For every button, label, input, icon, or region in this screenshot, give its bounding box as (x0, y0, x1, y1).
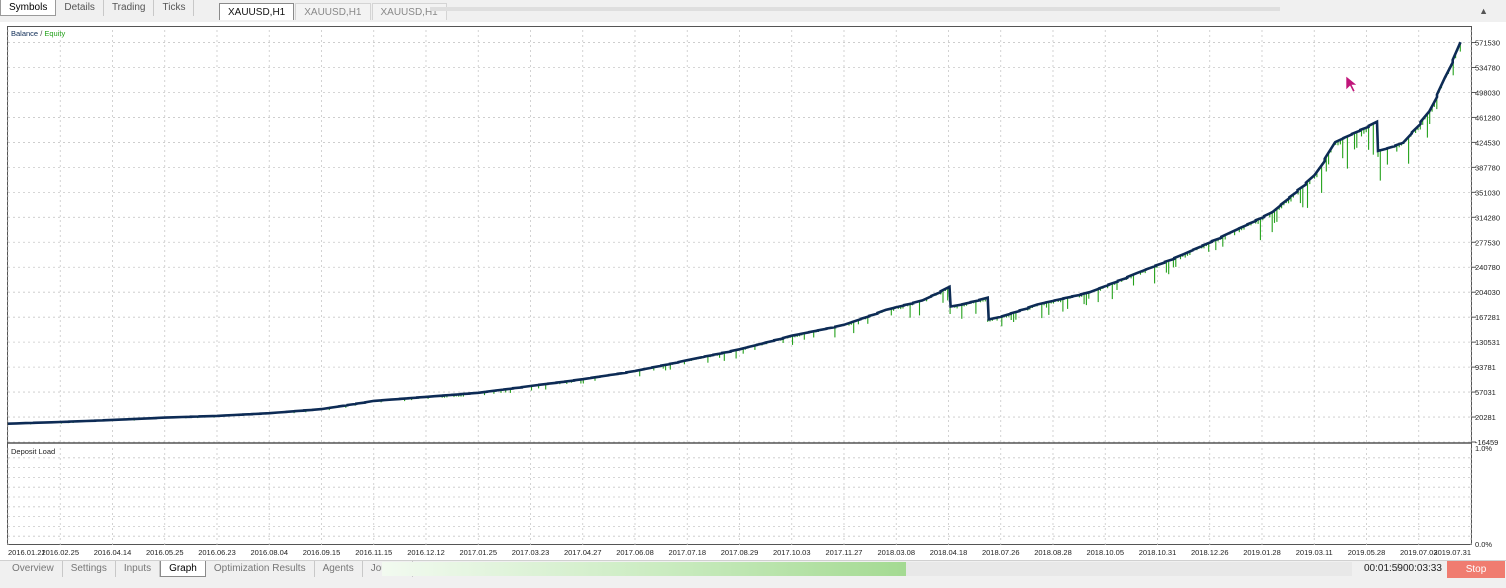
y-tick-label: 277530 (1475, 238, 1500, 247)
y-tick-label: 204030 (1475, 288, 1500, 297)
x-tick-label: 2017.04.27 (564, 548, 602, 557)
tab-settings[interactable]: Settings (63, 561, 116, 577)
deposit-tick-label: 0.0% (1475, 540, 1492, 549)
x-tick-label: 2019.05.28 (1348, 548, 1386, 557)
x-tick-label: 2019.03.11 (1296, 548, 1333, 557)
legend-equity: Equity (44, 29, 65, 38)
x-tick-label: 2016.06.23 (198, 548, 236, 557)
x-tick-label: 2016.01.21 (8, 548, 46, 557)
x-tick-label: 2019.07.31 (1433, 548, 1471, 557)
deposit-tick-label: 1.0% (1475, 444, 1492, 453)
x-tick-label: 2018.10.31 (1139, 548, 1177, 557)
x-tick-label: 2017.08.29 (721, 548, 759, 557)
stop-button[interactable]: Stop (1447, 561, 1505, 578)
x-tick-label: 2017.01.25 (459, 548, 497, 557)
y-tick-label: 461280 (1475, 113, 1500, 122)
chart-legend: Balance / Equity (11, 29, 65, 38)
x-tick-label: 2018.03.08 (877, 548, 915, 557)
y-tick-label: 571530 (1475, 39, 1500, 48)
x-tick-label: 2016.12.12 (407, 548, 445, 557)
tab-agents[interactable]: Agents (315, 561, 363, 577)
x-tick-label: 2017.07.18 (668, 548, 706, 557)
tester-tabs: Overview Settings Inputs Graph Optimization … (4, 561, 413, 577)
time-separator: / (1396, 563, 1399, 574)
legend-balance: Balance (11, 29, 38, 38)
x-tick-label: 2017.11.27 (826, 548, 863, 557)
x-tick-label: 2017.10.03 (773, 548, 811, 557)
x-tick-label: 2017.06.08 (616, 548, 654, 557)
y-tick-label: 534780 (1475, 64, 1500, 73)
y-tick-label: 167281 (1475, 313, 1500, 322)
x-tick-label: 2016.11.15 (355, 548, 392, 557)
y-tick-label: 240780 (1475, 263, 1500, 272)
y-tick-label: 57031 (1475, 388, 1496, 397)
x-tick-label: 2018.07.26 (982, 548, 1020, 557)
mouse-cursor-icon (1345, 75, 1358, 93)
x-tick-label: 2016.09.15 (303, 548, 341, 557)
tab-overview[interactable]: Overview (4, 561, 63, 577)
y-tick-label: 93781 (1475, 363, 1496, 372)
test-progress-bar (382, 562, 1352, 576)
x-tick-label: 2016.02.25 (41, 548, 79, 557)
y-tick-label: 20281 (1475, 413, 1496, 422)
tab-optimization-results[interactable]: Optimization Results (206, 561, 315, 577)
bottom-toolbar: Overview Settings Inputs Graph Optimization … (0, 560, 1506, 588)
tab-inputs[interactable]: Inputs (116, 561, 161, 577)
y-tick-label: 351030 (1475, 188, 1500, 197)
tab-graph[interactable]: Graph (160, 561, 206, 577)
y-tick-label: 498030 (1475, 88, 1500, 97)
deposit-load-label: Deposit Load (11, 447, 55, 456)
x-tick-label: 2018.08.28 (1034, 548, 1072, 557)
y-tick-label: 130531 (1475, 338, 1500, 347)
total-time: 00:03:33 (1403, 563, 1442, 574)
y-tick-label: 314280 (1475, 213, 1500, 222)
x-tick-label: 2016.04.14 (94, 548, 132, 557)
x-tick-label: 2017.03.23 (512, 548, 550, 557)
x-tick-label: 2018.12.26 (1191, 548, 1229, 557)
balance-line (7, 41, 1462, 425)
x-tick-label: 2019.07.03 (1400, 548, 1438, 557)
x-tick-label: 2018.10.05 (1086, 548, 1124, 557)
x-tick-label: 2016.08.04 (250, 548, 288, 557)
x-tick-label: 2016.05.25 (146, 548, 184, 557)
x-tick-label: 2018.04.18 (930, 548, 968, 557)
balance-equity-chart: 571530 534780 498030 461280 424530 387780 3510… (7, 29, 1500, 557)
y-tick-label: 387780 (1475, 163, 1500, 172)
test-progress-fill (382, 562, 906, 576)
x-tick-label: 2019.01.28 (1243, 548, 1281, 557)
y-tick-label: 424530 (1475, 138, 1500, 147)
